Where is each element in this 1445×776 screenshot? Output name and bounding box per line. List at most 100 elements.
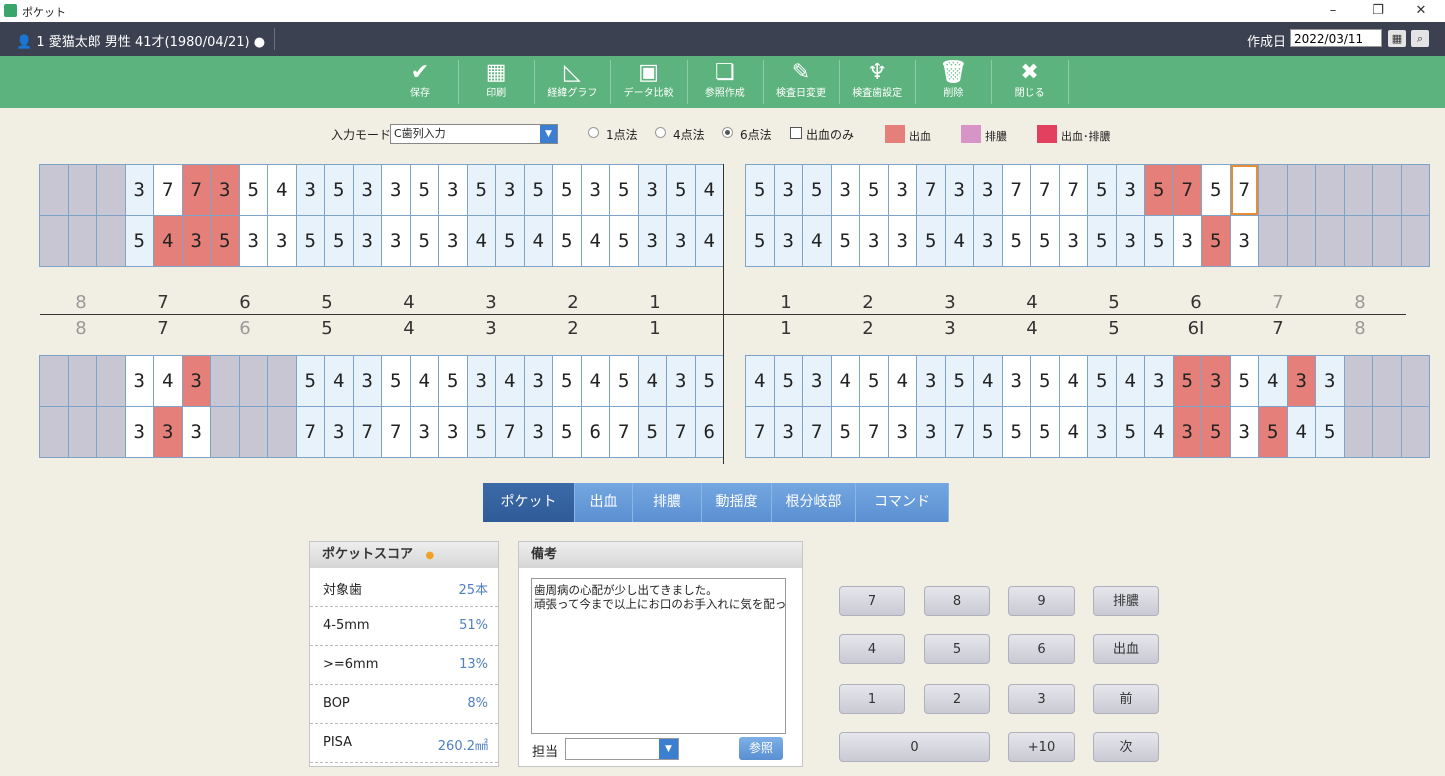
save-button[interactable]: ✔ 保存 [382, 56, 458, 108]
pocket-cell[interactable]: 5 [917, 216, 945, 266]
pocket-cell[interactable]: 3 [353, 356, 381, 406]
exam-tooth-setting-button[interactable]: ♆ 検査歯設定 [839, 56, 915, 108]
pocket-cell[interactable]: 3 [125, 165, 153, 215]
pocket-cell[interactable]: 3 [439, 407, 467, 457]
pocket-cell[interactable]: 5 [610, 165, 638, 215]
pocket-cell[interactable]: 5 [1173, 356, 1201, 406]
next-button[interactable]: 次 [1093, 732, 1159, 762]
pocket-cell[interactable]: 3 [774, 216, 802, 266]
pocket-cell[interactable]: 3 [268, 216, 296, 266]
search-icon[interactable]: ⌕ [1411, 30, 1429, 47]
pocket-cell[interactable]: 3 [974, 216, 1002, 266]
pocket-cell[interactable]: 3 [125, 356, 153, 406]
pocket-cell[interactable]: 3 [410, 407, 438, 457]
pocket-cell[interactable]: 3 [831, 165, 859, 215]
pocket-cell[interactable]: 3 [667, 216, 695, 266]
pocket-cell[interactable]: 5 [553, 356, 581, 406]
pocket-cell[interactable] [211, 407, 239, 457]
staff-select[interactable]: ▼ [565, 738, 679, 760]
pocket-cell[interactable]: 5 [945, 356, 973, 406]
pocket-cell[interactable]: 3 [182, 356, 210, 406]
pocket-cell[interactable]: 3 [1116, 216, 1144, 266]
pocket-cell[interactable]: 5 [1002, 407, 1030, 457]
bleed-button[interactable]: 出血 [1093, 634, 1159, 664]
pocket-cell[interactable]: 5 [974, 407, 1002, 457]
pocket-cell[interactable] [68, 165, 96, 215]
pocket-cell[interactable]: 5 [1088, 356, 1116, 406]
pocket-cell[interactable] [68, 356, 96, 406]
pocket-cell[interactable]: 5 [553, 165, 581, 215]
pocket-cell[interactable]: 4 [974, 356, 1002, 406]
tab-pus[interactable]: 排膿 [633, 483, 702, 522]
pocket-cell[interactable]: 6 [695, 407, 723, 457]
pocket-cell[interactable]: 4 [154, 216, 182, 266]
pocket-cell[interactable] [97, 356, 125, 406]
pocket-cell[interactable]: 4 [496, 356, 524, 406]
key-2[interactable]: 2 [924, 684, 990, 714]
key-5[interactable]: 5 [924, 634, 990, 664]
pocket-cell[interactable]: 5 [1031, 407, 1059, 457]
pocket-cell[interactable]: 5 [831, 216, 859, 266]
pocket-cell[interactable]: 6 [581, 407, 609, 457]
pocket-cell[interactable]: 4 [945, 216, 973, 266]
key-6[interactable]: 6 [1008, 634, 1075, 664]
pocket-cell[interactable]: 3 [1202, 356, 1230, 406]
pocket-cell[interactable] [97, 216, 125, 266]
pocket-cell[interactable]: 5 [496, 216, 524, 266]
pocket-cell[interactable]: 3 [182, 407, 210, 457]
pocket-cell[interactable]: 5 [1002, 216, 1030, 266]
pocket-cell[interactable]: 3 [182, 216, 210, 266]
pocket-cell[interactable]: 5 [410, 216, 438, 266]
pocket-cell[interactable]: 5 [296, 216, 324, 266]
close-button[interactable]: ✖ 閉じる [992, 56, 1068, 108]
pocket-cell[interactable]: 7 [353, 407, 381, 457]
pocket-cell[interactable]: 5 [325, 216, 353, 266]
pocket-cell[interactable] [1316, 165, 1344, 215]
pocket-cell[interactable]: 5 [439, 356, 467, 406]
pocket-cell[interactable]: 3 [945, 165, 973, 215]
restore-button[interactable]: ❐ [1361, 1, 1395, 21]
pocket-cell[interactable]: 5 [524, 165, 552, 215]
pocket-cell[interactable]: 3 [382, 165, 410, 215]
pocket-cell[interactable]: 3 [439, 165, 467, 215]
key-1[interactable]: 1 [839, 684, 905, 714]
pocket-cell[interactable]: 3 [1230, 407, 1258, 457]
pocket-cell[interactable] [1401, 407, 1429, 457]
pocket-cell[interactable]: 7 [803, 407, 831, 457]
pocket-cell[interactable]: 4 [831, 356, 859, 406]
pocket-cell[interactable]: 7 [746, 407, 774, 457]
pocket-cell[interactable] [68, 216, 96, 266]
pocket-cell[interactable]: 5 [325, 165, 353, 215]
pocket-cell[interactable]: 3 [125, 407, 153, 457]
pocket-cell[interactable] [1373, 356, 1401, 406]
pocket-cell[interactable]: 3 [1173, 216, 1201, 266]
pocket-cell[interactable]: 3 [888, 407, 916, 457]
pocket-cell[interactable]: 5 [1202, 407, 1230, 457]
pocket-cell[interactable]: 3 [439, 216, 467, 266]
pocket-cell[interactable]: 3 [1173, 407, 1201, 457]
pocket-cell[interactable]: 3 [1059, 216, 1087, 266]
pocket-cell[interactable] [1344, 165, 1372, 215]
tab-bleeding[interactable]: 出血 [575, 483, 633, 522]
pocket-cell[interactable]: 7 [610, 407, 638, 457]
key-8[interactable]: 8 [924, 586, 990, 616]
pocket-cell[interactable] [1373, 407, 1401, 457]
pocket-cell[interactable] [1373, 216, 1401, 266]
pocket-cell[interactable]: 4 [581, 216, 609, 266]
pocket-cell[interactable]: 5 [695, 356, 723, 406]
pocket-cell[interactable]: 5 [610, 216, 638, 266]
pocket-cell[interactable]: 4 [1145, 407, 1173, 457]
pocket-cell[interactable] [40, 216, 68, 266]
pocket-cell[interactable] [268, 407, 296, 457]
pocket-cell[interactable]: 3 [860, 216, 888, 266]
pocket-cell[interactable]: 3 [888, 216, 916, 266]
pocket-cell[interactable]: 3 [1230, 216, 1258, 266]
pocket-cell[interactable]: 5 [831, 407, 859, 457]
pocket-cell[interactable]: 5 [803, 165, 831, 215]
pocket-cell[interactable]: 4 [1259, 356, 1287, 406]
pocket-cell[interactable]: 3 [888, 165, 916, 215]
pocket-cell[interactable]: 5 [410, 165, 438, 215]
pocket-cell[interactable]: 5 [1088, 165, 1116, 215]
reference-create-button[interactable]: ❏ 参照作成 [687, 56, 763, 108]
prev-button[interactable]: 前 [1093, 684, 1159, 714]
